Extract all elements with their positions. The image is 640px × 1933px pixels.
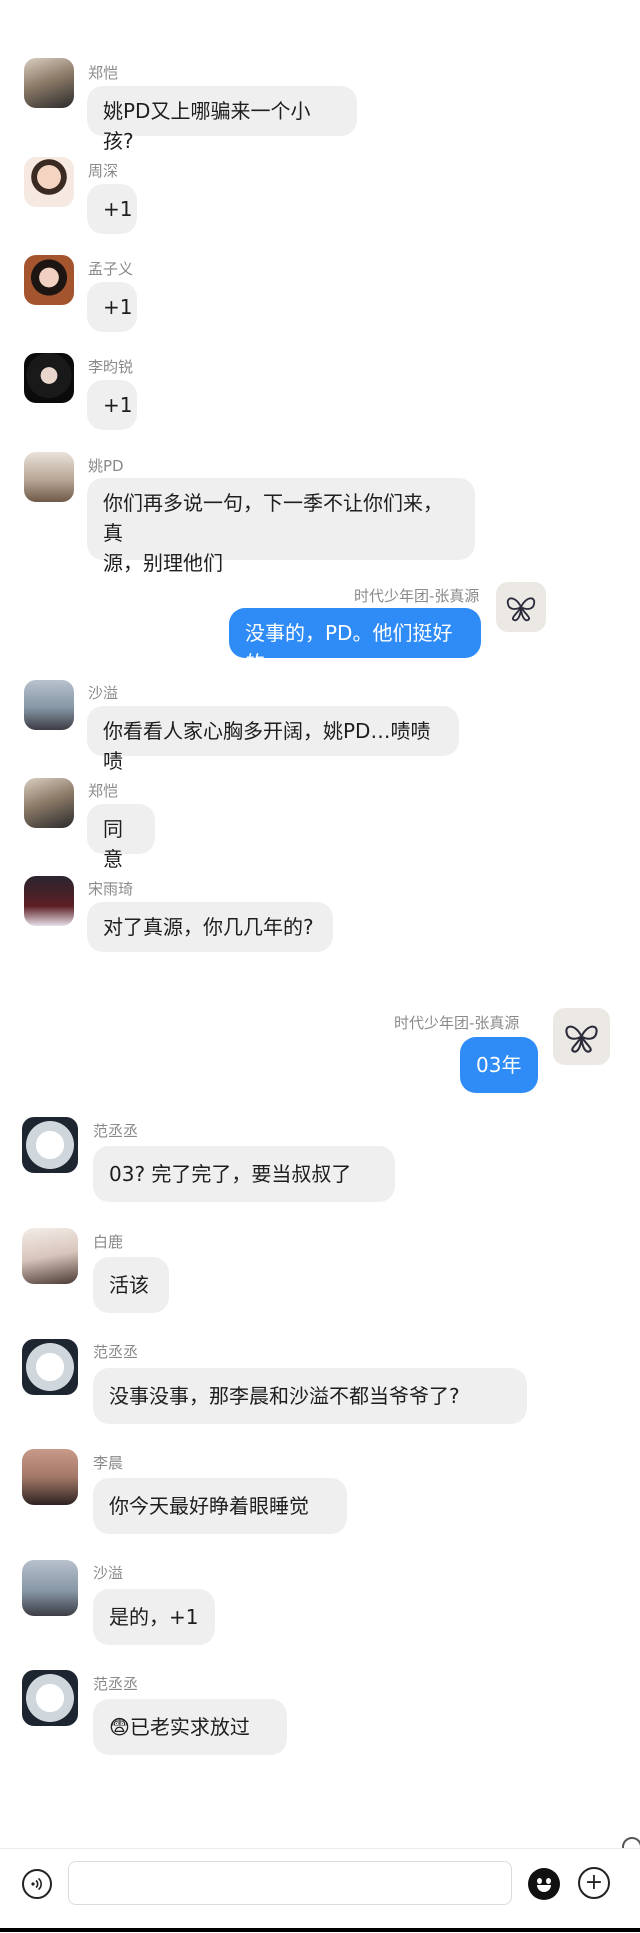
message-bubble[interactable]: 没事没事，那李晨和沙溢不都当爷爷了?: [93, 1368, 527, 1424]
sender-name: 范丞丞: [93, 1675, 139, 1693]
sender-name: 郑恺: [88, 64, 119, 82]
message-bubble[interactable]: 同意: [87, 804, 155, 871]
message-bubble[interactable]: 姚PD又上哪骗来一个小孩?: [87, 86, 357, 153]
avatar[interactable]: [24, 680, 74, 730]
avatar[interactable]: [22, 1670, 78, 1726]
avatar[interactable]: [22, 1449, 78, 1505]
butterfly-icon: [565, 1025, 598, 1053]
avatar[interactable]: [22, 1339, 78, 1395]
avatar[interactable]: [24, 353, 74, 403]
sender-name: 范丞丞: [93, 1122, 139, 1140]
bottom-edge-strip: [0, 1928, 640, 1932]
avatar[interactable]: [22, 1117, 78, 1173]
avatar[interactable]: [553, 1008, 610, 1065]
sender-name: 李晨: [93, 1454, 124, 1472]
message-line: 你们再多说一句，下一季不让你们来，真: [103, 491, 443, 545]
avatar[interactable]: [496, 582, 546, 632]
message-input-bar: +: [0, 1848, 640, 1933]
message-bubble[interactable]: 😨已老实求放过: [93, 1699, 287, 1755]
avatar[interactable]: [22, 1228, 78, 1284]
avatar[interactable]: [22, 1560, 78, 1616]
chat-screen: 郑恺 姚PD又上哪骗来一个小孩? 周深 +1 孟子义 +1 李昀锐 +1 姚PD…: [0, 0, 640, 1933]
message-line: 源，别理他们: [103, 551, 223, 575]
message-bubble[interactable]: 你们再多说一句，下一季不让你们来，真 源，别理他们: [87, 478, 475, 575]
message-bubble[interactable]: 03年: [460, 1037, 538, 1093]
sender-name: 时代少年团-张真源: [354, 587, 480, 605]
message-bubble[interactable]: 你今天最好睁着眼睡觉: [93, 1478, 347, 1534]
sound-waves-icon: [31, 1877, 42, 1891]
message-bubble[interactable]: 没事的，PD。他们挺好的: [229, 608, 481, 675]
message-bubble[interactable]: +1: [87, 184, 137, 234]
message-bubble[interactable]: +1: [87, 282, 137, 332]
sender-name: 时代少年团-张真源: [394, 1014, 520, 1032]
plus-icon[interactable]: +: [578, 1867, 610, 1899]
sender-name: 沙溢: [88, 684, 119, 702]
message-bubble[interactable]: 03? 完了完了，要当叔叔了: [93, 1146, 395, 1202]
avatar[interactable]: [24, 778, 74, 828]
voice-icon[interactable]: [22, 1869, 52, 1899]
sender-name: 孟子义: [88, 260, 134, 278]
avatar[interactable]: [24, 255, 74, 305]
sender-name: 周深: [88, 162, 119, 180]
message-input[interactable]: [68, 1861, 512, 1905]
avatar[interactable]: [24, 58, 74, 108]
message-bubble[interactable]: 你看看人家心胸多开阔，姚PD…啧啧啧: [87, 706, 459, 773]
message-bubble[interactable]: +1: [87, 380, 137, 430]
message-bubble[interactable]: 活该: [93, 1257, 169, 1313]
sender-name: 白鹿: [93, 1233, 124, 1251]
sender-name: 郑恺: [88, 782, 119, 800]
avatar[interactable]: [24, 452, 74, 502]
message-bubble[interactable]: 对了真源，你几几年的?: [87, 902, 333, 952]
emoji-icon[interactable]: [528, 1868, 560, 1900]
butterfly-icon: [506, 597, 536, 622]
avatar[interactable]: [24, 876, 74, 926]
sender-name: 李昀锐: [88, 358, 134, 376]
sender-name: 沙溢: [93, 1564, 124, 1582]
sender-name: 宋雨琦: [88, 880, 134, 898]
sender-name: 范丞丞: [93, 1343, 139, 1361]
message-bubble[interactable]: 是的，+1: [93, 1589, 215, 1645]
avatar[interactable]: [24, 157, 74, 207]
sender-name: 姚PD: [88, 457, 124, 475]
